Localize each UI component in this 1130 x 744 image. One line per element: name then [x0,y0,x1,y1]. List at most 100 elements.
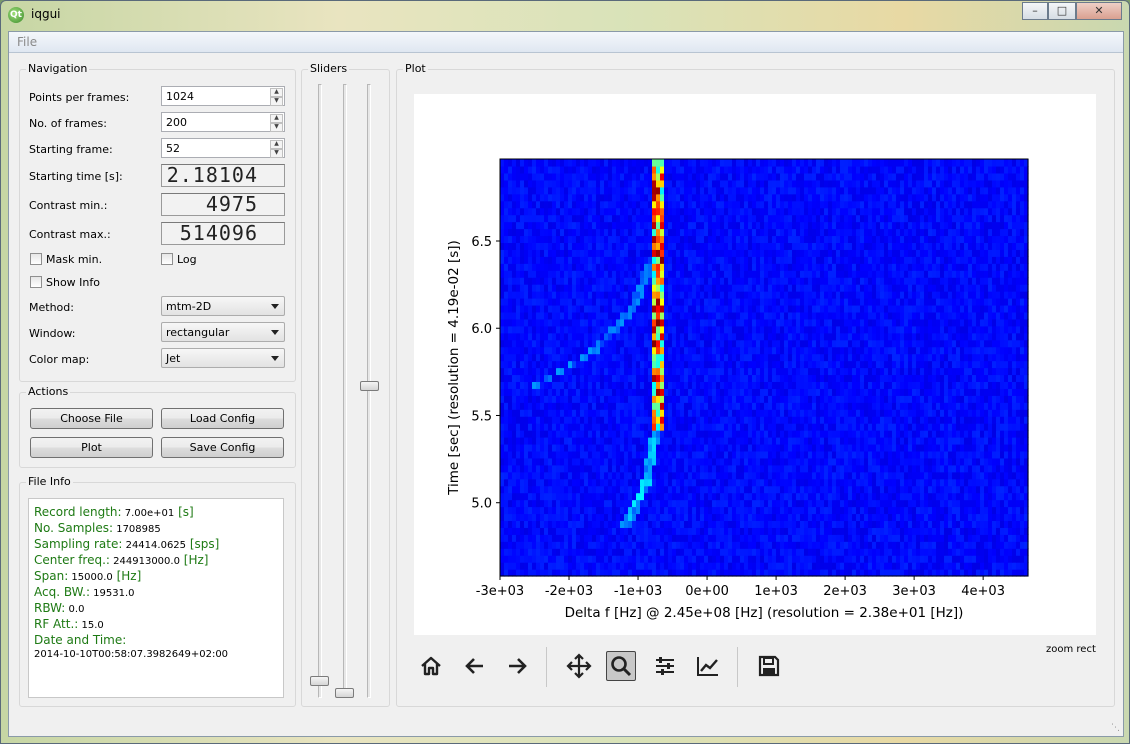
points-per-frames-spinbox[interactable]: 1024 ▲ ▼ [161,86,285,106]
heatmap-cell [544,443,549,452]
heatmap-cell [812,464,817,473]
heatmap-cell [560,325,565,334]
heatmap-cell [988,318,993,327]
file-info-textbox[interactable]: Record length: 7.00e+01 [s] No. Samples: … [28,498,284,698]
heatmap-cell [680,555,685,563]
heatmap-cell [984,402,989,410]
spin-down-icon[interactable]: ▼ [270,97,283,106]
heatmap-cell [944,437,949,445]
plot-canvas[interactable]: -3e+03 -2e+03 -1e+03 0e+00 1e+03 2e+03 3e+03 4e… [414,94,1096,635]
heatmap-cell [932,395,937,403]
heatmap-cell [836,395,841,403]
heatmap-cell [684,325,689,334]
heatmap-cell [736,339,741,348]
heatmap-cell [808,541,813,549]
heatmap-cell [748,353,753,362]
window-combobox[interactable]: rectangular [161,322,285,342]
heatmap-cell [560,332,565,341]
heatmap-cell [672,374,677,382]
heatmap-cell [888,541,893,549]
heatmap-cell [776,492,781,501]
heatmap-cell [700,409,705,417]
contrast-slider-3-handle[interactable] [360,380,379,391]
heatmap-cell [872,388,877,396]
choose-file-button[interactable]: Choose File [30,408,153,429]
heatmap-cell [816,437,821,445]
heatmap-cell [684,478,689,487]
heatmap-cell [592,339,597,348]
heatmap-cell [948,457,953,466]
heatmap-cell [968,548,973,556]
heatmap-cell [624,416,629,424]
heatmap-cell [576,471,581,480]
heatmap-cell [508,395,513,403]
close-button[interactable]: ✕ [1076,2,1122,20]
contrast-slider-2-handle[interactable] [335,688,354,698]
heatmap-cell [676,339,681,348]
heatmap-cell [800,569,805,577]
heatmap-cell [848,541,853,549]
heatmap-cell [860,367,865,376]
log-checkbox[interactable] [161,253,173,265]
heatmap-cell [580,388,585,396]
heatmap-cell [848,499,853,508]
heatmap-cell [932,430,937,438]
heatmap-cell [660,388,665,396]
heatmap-cell [824,409,829,417]
heatmap-cell [976,555,981,563]
heatmap-cell [892,485,897,494]
heatmap-cell [804,492,809,501]
heatmap-cell [556,450,561,459]
heatmap-cell [984,548,989,556]
heatmap-cell [912,430,917,438]
heatmap-cell [556,332,561,341]
heatmap-cell [1012,548,1017,556]
heatmap-cell [852,388,857,396]
heatmap-cell [516,416,521,424]
heatmap-cell [504,541,509,549]
show-info-checkbox[interactable] [30,276,42,288]
spectrogram-chart[interactable]: -3e+03 -2e+03 -1e+03 0e+00 1e+03 2e+03 3e+03 4e… [414,94,1096,635]
heatmap-cell [708,555,713,563]
heatmap-cell [1012,437,1017,445]
starting-frame-spinbox[interactable]: 52 ▲ ▼ [161,138,285,158]
title-bar[interactable]: Qt iqgui – □ ✕ [1,1,1129,31]
spin-up-icon[interactable]: ▲ [270,114,283,123]
heatmap-cell [824,520,829,528]
contrast-slider-1-handle[interactable] [310,675,329,686]
heatmap-cell [928,346,933,355]
heatmap-cell [964,457,969,466]
spin-up-icon[interactable]: ▲ [270,140,283,149]
heatmap-cell [724,443,729,452]
save-config-button[interactable]: Save Config [161,437,284,458]
spin-down-icon[interactable]: ▼ [270,149,283,158]
spin-up-icon[interactable]: ▲ [270,88,283,97]
heatmap-cell [612,409,617,417]
menu-file[interactable]: File [17,35,37,49]
plot-button[interactable]: Plot [30,437,153,458]
load-config-button[interactable]: Load Config [161,408,284,429]
heatmap-cell [1000,325,1005,334]
minimize-button[interactable]: – [1022,2,1048,20]
heatmap-cell [808,367,813,376]
spin-down-icon[interactable]: ▼ [270,123,283,132]
mask-min-checkbox[interactable] [30,253,42,265]
heatmap-cell [632,430,637,438]
heatmap-cell [596,430,601,438]
heatmap-cell [732,395,737,403]
heatmap-cell [512,492,517,501]
heatmap-cell [764,367,769,376]
heatmap-cell [568,409,573,417]
heatmap-cell [880,520,885,528]
frames-spinbox[interactable]: 200 ▲ ▼ [161,112,285,132]
color-map-combobox[interactable]: Jet [161,348,285,368]
heatmap-cell [756,485,761,494]
heatmap-cell [856,423,861,431]
method-combobox[interactable]: mtm-2D [161,296,285,316]
heatmap-cell [592,478,597,487]
maximize-button[interactable]: □ [1048,2,1076,20]
heatmap-cell [804,332,809,341]
heatmap-cell [1008,520,1013,528]
heatmap-cell [880,513,885,521]
heatmap-cell [712,402,717,410]
